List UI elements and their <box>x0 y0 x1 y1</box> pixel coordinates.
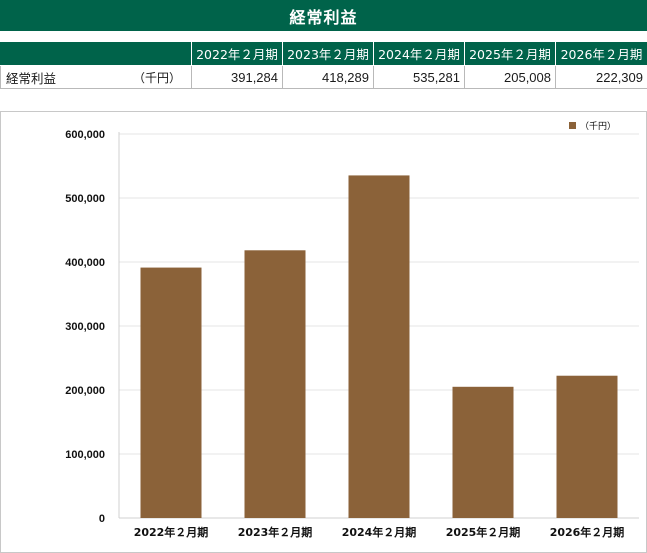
data-table: 2022年２月期 2023年２月期 2024年２月期 2025年２月期 2026… <box>0 41 647 89</box>
table-cell: 205,008 <box>464 65 556 89</box>
bar-chart: 0 100,000 200,000 300,000 400,000 500,000 600,… <box>0 111 647 553</box>
y-tick-label: 200,000 <box>65 385 105 397</box>
table-header-row: 2022年２月期 2023年２月期 2024年２月期 2025年２月期 2026… <box>0 41 647 66</box>
legend-label: （千円） <box>580 121 616 132</box>
y-tick-label: 400,000 <box>65 257 105 269</box>
column-header: 2025年２月期 <box>464 41 556 66</box>
table-cell: 418,289 <box>282 65 374 89</box>
y-tick-label: 600,000 <box>65 129 105 141</box>
x-tick-label: 2024年２月期 <box>342 525 417 539</box>
page-title: 経常利益 <box>0 0 647 31</box>
y-tick-label: 500,000 <box>65 193 105 205</box>
row-header-cell: 経常利益 （千円） <box>0 65 192 89</box>
bar <box>244 250 306 518</box>
legend-swatch <box>569 122 576 129</box>
column-header: 2024年２月期 <box>373 41 465 66</box>
bar <box>140 267 202 518</box>
table-row: 経常利益 （千円） 391,284 418,289 535,281 205,00… <box>0 65 647 89</box>
x-tick-label: 2023年２月期 <box>238 525 313 539</box>
x-tick-label: 2025年２月期 <box>446 525 521 539</box>
row-label: 経常利益 <box>6 70 57 86</box>
bar <box>452 386 514 518</box>
x-tick-label: 2022年２月期 <box>134 525 209 539</box>
column-header: 2022年２月期 <box>191 41 283 66</box>
x-tick-label: 2026年２月期 <box>550 525 625 539</box>
column-header: 2026年２月期 <box>555 41 647 66</box>
bar <box>556 375 618 518</box>
chart-canvas: 0 100,000 200,000 300,000 400,000 500,000 600,… <box>65 121 639 539</box>
column-header: 2023年２月期 <box>282 41 374 66</box>
table-cell: 222,309 <box>555 65 647 89</box>
bar <box>348 175 410 518</box>
y-tick-label: 100,000 <box>65 449 105 461</box>
table-cell: 535,281 <box>373 65 465 89</box>
y-tick-label: 300,000 <box>65 321 105 333</box>
table-cell: 391,284 <box>191 65 283 89</box>
row-unit-label: （千円） <box>132 71 181 85</box>
y-tick-label: 0 <box>99 513 105 525</box>
table-corner-cell <box>0 41 192 66</box>
